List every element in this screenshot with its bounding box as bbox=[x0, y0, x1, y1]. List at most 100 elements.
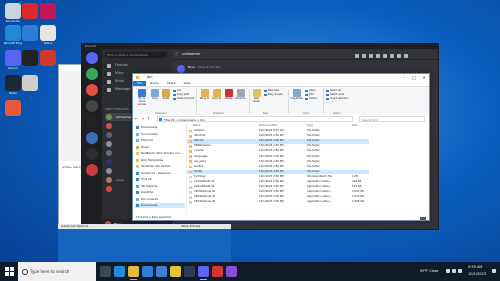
app-blue-2-icon[interactable] bbox=[22, 25, 38, 41]
roblox-icon[interactable]: Roblox bbox=[40, 25, 56, 45]
app-dark-1-icon[interactable] bbox=[22, 50, 38, 66]
file-row[interactable]: addpem 10/1/2023 8:55 AM File folder bbox=[187, 129, 369, 133]
column-size[interactable]: Size bbox=[352, 123, 357, 128]
home-server-icon[interactable] bbox=[86, 52, 98, 64]
clock-time[interactable]: 9:59 AM bbox=[468, 265, 482, 269]
delete-button[interactable]: Delete bbox=[223, 89, 234, 101]
dm-search-input[interactable]: Find or start a conversation bbox=[105, 52, 167, 58]
new-folder-button[interactable]: New folder bbox=[251, 89, 262, 104]
store-icon[interactable] bbox=[142, 266, 153, 277]
clock-date[interactable]: 10/1/2023 bbox=[468, 272, 486, 276]
column-type[interactable]: Type bbox=[307, 123, 313, 128]
app-red-3-icon[interactable] bbox=[40, 50, 56, 66]
file-row[interactable]: lua_extra 10/1/2023 2:56 PM File folder bbox=[187, 160, 369, 164]
app-purple-icon[interactable] bbox=[226, 266, 237, 277]
chevron-up-icon[interactable] bbox=[446, 269, 450, 273]
steam-icon[interactable] bbox=[184, 266, 195, 277]
nav-item[interactable]: Downloads bbox=[135, 125, 185, 130]
server-icon[interactable] bbox=[86, 84, 98, 96]
file-row[interactable]: cw32x86sdb.dll 10/1/2023 2:56 PM Applicati… bbox=[187, 180, 369, 184]
app-red-1-icon[interactable] bbox=[22, 3, 38, 19]
nav-item[interactable]: Music bbox=[135, 145, 185, 150]
properties-button[interactable]: Properties bbox=[290, 89, 303, 101]
add-friend-icon[interactable] bbox=[376, 54, 380, 58]
mail-icon[interactable] bbox=[156, 266, 167, 277]
app-orange-icon[interactable] bbox=[5, 100, 21, 116]
column-date[interactable]: Date modified bbox=[259, 123, 277, 128]
forward-button[interactable]: → bbox=[140, 116, 145, 122]
steam-icon[interactable]: Steam bbox=[5, 75, 21, 95]
column-name[interactable]: Name bbox=[193, 123, 201, 128]
edit-button[interactable]: Edit bbox=[305, 93, 314, 96]
task-view-icon[interactable] bbox=[100, 266, 111, 277]
search-icon[interactable] bbox=[390, 54, 394, 58]
minimize-button[interactable]: – bbox=[399, 74, 409, 81]
nav-item[interactable]: Pictures bbox=[135, 138, 185, 143]
weather-text[interactable]: 59°F Clear bbox=[420, 269, 438, 273]
paste-button[interactable]: Paste bbox=[161, 89, 171, 101]
open-button[interactable]: Open bbox=[305, 89, 315, 92]
file-row[interactable]: cBinfo32 10/1/2023 2:56 PM File folder bbox=[187, 134, 369, 138]
file-row[interactable]: cw32x86sdb.dll 10/1/2023 2:56 PM Applicati… bbox=[187, 185, 369, 189]
move-to-button[interactable]: Move to bbox=[199, 89, 210, 101]
invert-selection-button[interactable]: Invert selection bbox=[326, 97, 349, 100]
view-toggle[interactable] bbox=[419, 216, 426, 220]
profile-icon[interactable] bbox=[383, 54, 387, 58]
nav-item[interactable]: TexelCan dpi switch bbox=[135, 164, 185, 169]
nav-item[interactable]: 3D Objects bbox=[135, 184, 185, 189]
file-explorer-icon[interactable] bbox=[128, 266, 139, 280]
file-row[interactable]: CEO2016rule.dll 10/1/2023 2:56 PM Applicat… bbox=[187, 200, 369, 204]
start-button[interactable] bbox=[0, 262, 18, 281]
copy-path-button[interactable]: Copy path bbox=[173, 93, 189, 96]
paste-shortcut-button[interactable]: Paste shortcut bbox=[173, 97, 194, 100]
file-row[interactable]: cBtools 10/1/2023 2:56 PM File folder bbox=[187, 139, 369, 144]
edge-icon[interactable] bbox=[114, 266, 125, 277]
nav-item[interactable]: This PC bbox=[135, 177, 185, 182]
back-button[interactable]: ← bbox=[134, 116, 139, 122]
nav-friends[interactable]: Friends bbox=[105, 62, 169, 69]
tiles-view-icon[interactable] bbox=[423, 216, 426, 220]
new-item-button[interactable]: New item bbox=[264, 89, 279, 92]
file-row[interactable]: win32s 10/1/2023 2:56 PM File folder bbox=[187, 165, 369, 169]
server-icon[interactable] bbox=[86, 116, 98, 128]
nav-item[interactable]: Downloads bbox=[135, 203, 185, 208]
nav-item[interactable]: OneDrive - Personal bbox=[135, 171, 185, 176]
discord-icon[interactable] bbox=[198, 266, 209, 280]
server-icon[interactable] bbox=[86, 164, 98, 176]
inbox-icon[interactable] bbox=[397, 54, 401, 58]
nav-item[interactable]: Roll_Templates bbox=[135, 158, 185, 163]
discord-icon[interactable]: Discord bbox=[5, 50, 21, 70]
up-button[interactable]: ↑ bbox=[146, 116, 151, 122]
nav-item[interactable]: Desktop bbox=[135, 190, 185, 195]
volume-icon[interactable] bbox=[458, 269, 462, 273]
call-icon[interactable] bbox=[355, 54, 359, 58]
maximize-button[interactable]: □ bbox=[409, 74, 419, 81]
pin-icon[interactable] bbox=[369, 54, 373, 58]
chrome-icon[interactable] bbox=[170, 266, 181, 277]
address-bar[interactable]: This PC > Downloads > bin bbox=[157, 116, 353, 122]
nav-item[interactable]: Documents bbox=[135, 132, 185, 137]
network-icon[interactable] bbox=[452, 269, 456, 273]
search-input[interactable]: Search bin bbox=[359, 116, 425, 122]
nav-item[interactable]: Documents bbox=[135, 197, 185, 202]
select-none-button[interactable]: Select none bbox=[326, 93, 344, 96]
video-icon[interactable] bbox=[362, 54, 366, 58]
nav-item[interactable]: RedBoom Stim Printer rou... bbox=[135, 151, 185, 156]
help-icon[interactable] bbox=[404, 54, 408, 58]
server-icon[interactable] bbox=[86, 68, 98, 80]
server-icon[interactable] bbox=[86, 148, 98, 160]
history-button[interactable]: History bbox=[305, 97, 318, 100]
file-row[interactable]: fontlibgp 10/1/2023 2:56 PM Windows Batch … bbox=[187, 175, 369, 179]
copy-to-button[interactable]: Copy to bbox=[211, 89, 222, 101]
app-red-2-icon[interactable] bbox=[40, 3, 56, 19]
file-row[interactable]: xml96 10/1/2023 2:56 PM File folder bbox=[187, 169, 369, 175]
taskbar-search[interactable]: Type here to search bbox=[18, 262, 96, 281]
cut-button[interactable]: Cut bbox=[173, 89, 181, 92]
rename-button[interactable]: Rename bbox=[235, 89, 246, 101]
pin-quick-access-button[interactable]: Pin to Quick access bbox=[135, 89, 149, 106]
file-row[interactable]: languages 10/1/2023 2:56 PM File folder bbox=[187, 155, 369, 159]
app-gray-icon[interactable] bbox=[22, 75, 38, 91]
app-red-icon[interactable] bbox=[212, 266, 223, 277]
recycle-bin-icon[interactable]: Recycle Bin bbox=[5, 3, 21, 23]
notification-icon[interactable] bbox=[492, 269, 496, 273]
